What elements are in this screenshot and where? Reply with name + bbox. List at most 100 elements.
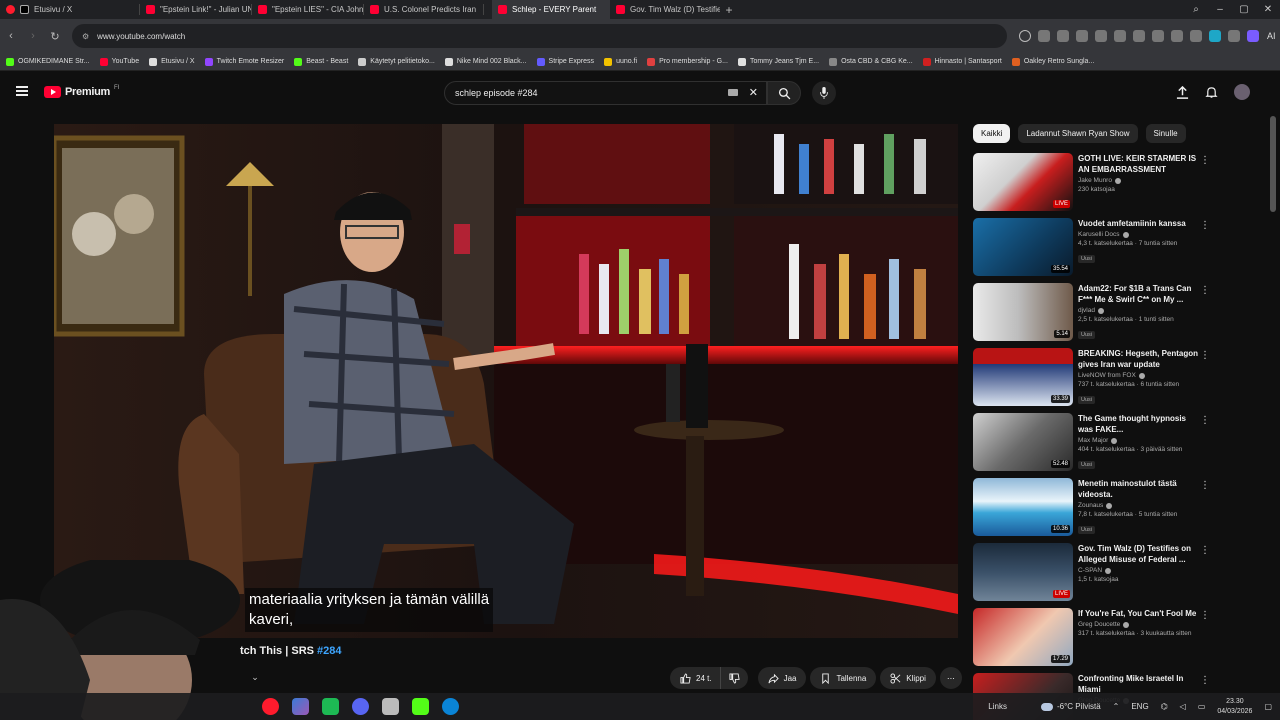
save-button[interactable]: Tallenna bbox=[810, 667, 877, 689]
bookmark-item[interactable]: Pro membership - G... bbox=[647, 57, 728, 66]
voice-search-button[interactable] bbox=[812, 81, 836, 105]
account-avatar[interactable] bbox=[1234, 84, 1250, 100]
more-options-icon[interactable]: ⋮ bbox=[1200, 545, 1210, 556]
more-options-icon[interactable]: ⋮ bbox=[1200, 350, 1210, 361]
spotify-like-icon[interactable] bbox=[322, 698, 339, 715]
opera-icon[interactable] bbox=[262, 698, 279, 715]
heart-icon[interactable] bbox=[1114, 30, 1126, 42]
youtube-logo[interactable]: Premium FI bbox=[44, 85, 119, 98]
minimize-button[interactable]: – bbox=[1208, 4, 1232, 15]
recommendation-item[interactable]: LIVE Gov. Tim Walz (D) Testifies on Alleg… bbox=[973, 543, 1218, 608]
video-thumbnail[interactable]: 52.48 bbox=[973, 413, 1073, 471]
power-icon[interactable]: ▭ bbox=[1198, 702, 1206, 711]
like-button[interactable]: 24 t. bbox=[670, 667, 720, 689]
more-options-icon[interactable]: ⋮ bbox=[1200, 155, 1210, 166]
chip-for-you[interactable]: Sinulle bbox=[1145, 124, 1186, 143]
search-tabs-icon[interactable]: ⌕ bbox=[1184, 4, 1208, 15]
browser-tab[interactable]: "Epstein LIES" - CIA John bbox=[252, 0, 364, 19]
bookmark-item[interactable]: Osta CBD & CBG Ke... bbox=[829, 57, 913, 66]
bookmark-item[interactable]: Oakley Retro Sungla... bbox=[1011, 57, 1094, 66]
video-thumbnail[interactable]: 33.39 bbox=[973, 348, 1073, 406]
clock[interactable]: 23.30 04/03/2026 bbox=[1217, 697, 1252, 717]
more-options-icon[interactable]: ⋮ bbox=[1200, 610, 1210, 621]
user-icon[interactable] bbox=[1190, 30, 1202, 42]
chevron-down-icon[interactable]: ⌄ bbox=[248, 672, 262, 686]
network-icon[interactable]: ⌬ bbox=[1161, 702, 1168, 711]
chip-uploader[interactable]: Ladannut Shawn Ryan Show bbox=[1018, 124, 1138, 143]
box-icon[interactable] bbox=[1133, 30, 1145, 42]
sidebar-icon[interactable] bbox=[1247, 30, 1259, 42]
bookmark-item[interactable]: uuno.fi bbox=[604, 57, 637, 66]
video-title[interactable]: Menetin mainostulot tästä videosta. bbox=[1078, 478, 1203, 500]
browser-tab[interactable]: "Epstein Link!" - Julian UN bbox=[140, 0, 252, 19]
search-icon[interactable] bbox=[1019, 30, 1031, 42]
back-button[interactable]: ‹ bbox=[0, 30, 22, 42]
recommendation-item[interactable]: 17.29 If You're Fat, You Can't Fool Me Gre… bbox=[973, 608, 1218, 673]
bookmark-item[interactable]: Nike Mind 002 Black... bbox=[444, 57, 527, 66]
ai-button[interactable]: AI bbox=[1267, 31, 1276, 41]
bookmark-item[interactable]: Hinnasto | Santasport bbox=[922, 57, 1002, 66]
more-options-icon[interactable]: ⋮ bbox=[1200, 415, 1210, 426]
camera-icon[interactable] bbox=[1057, 30, 1069, 42]
video-thumbnail[interactable]: 35.54 bbox=[973, 218, 1073, 276]
channel-name[interactable]: Jake Munro bbox=[1078, 177, 1203, 184]
forward-button[interactable]: › bbox=[22, 30, 44, 42]
search-button[interactable] bbox=[767, 81, 801, 105]
video-title[interactable]: The Game thought hypnosis was FAKE... bbox=[1078, 413, 1203, 435]
menu-icon[interactable] bbox=[16, 86, 28, 96]
channel-name[interactable]: Zounaus bbox=[1078, 502, 1203, 509]
more-options-icon[interactable]: ⋮ bbox=[1200, 220, 1210, 231]
upload-icon[interactable] bbox=[1176, 85, 1189, 99]
video-title[interactable]: Gov. Tim Walz (D) Testifies on Alleged M… bbox=[1078, 543, 1203, 565]
language-indicator[interactable]: ENG bbox=[1131, 702, 1148, 711]
kick-icon[interactable] bbox=[412, 698, 429, 715]
video-thumbnail[interactable]: LIVE bbox=[973, 153, 1073, 211]
bookmark-item[interactable]: Tommy Jeans Tjm E... bbox=[737, 57, 819, 66]
video-title[interactable]: Adam22: For $1B a Trans Can F*** Me & Sw… bbox=[1078, 283, 1203, 305]
extension-icon[interactable] bbox=[1209, 30, 1221, 42]
browser-tab[interactable]: U.S. Colonel Predicts Iran bbox=[364, 0, 484, 19]
new-tab-button[interactable]: + bbox=[720, 0, 738, 19]
video-title[interactable]: Confronting Mike Israetel In Miami bbox=[1078, 673, 1203, 695]
bookmark-item[interactable]: Beast - Beast bbox=[294, 57, 348, 66]
clip-button[interactable]: Klippi bbox=[880, 667, 936, 689]
video-thumbnail[interactable]: 5.14 bbox=[973, 283, 1073, 341]
video-title[interactable]: Vuodet amfetamiinin kanssa bbox=[1078, 218, 1203, 229]
recommendation-item[interactable]: 5.14 Adam22: For $1B a Trans Can F*** Me … bbox=[973, 283, 1218, 348]
bookmark-item[interactable]: OGMIKEDIMANE Str... bbox=[6, 57, 90, 66]
bookmark-item[interactable]: Käytetyt pelitietoko... bbox=[358, 57, 435, 66]
weather-widget[interactable]: -6°C Pilvistä bbox=[1040, 702, 1101, 711]
recommendation-item[interactable]: 33.39 BREAKING: Hegseth, Pentagon gives I… bbox=[973, 348, 1218, 413]
photos-icon[interactable] bbox=[292, 698, 309, 715]
browser-tab[interactable]: Gov. Tim Walz (D) Testifie bbox=[610, 0, 720, 19]
recommendation-item[interactable]: 10.36 Menetin mainostulot tästä videosta.… bbox=[973, 478, 1218, 543]
maximize-button[interactable]: ▢ bbox=[1232, 4, 1256, 15]
more-options-icon[interactable]: ⋮ bbox=[1200, 285, 1210, 296]
video-thumbnail[interactable]: 10.36 bbox=[973, 478, 1073, 536]
more-actions-button[interactable]: ⋯ bbox=[939, 667, 962, 689]
bookmark-item[interactable]: Etusivu / X bbox=[149, 57, 195, 66]
reload-button[interactable]: ↻ bbox=[44, 30, 66, 43]
keyboard-icon[interactable] bbox=[728, 89, 738, 96]
edit-icon[interactable] bbox=[1038, 30, 1050, 42]
links-toolbar[interactable]: Links bbox=[988, 702, 1007, 711]
clear-search-icon[interactable]: ✕ bbox=[749, 86, 758, 99]
cube-icon[interactable] bbox=[1228, 30, 1240, 42]
hashtag-link[interactable]: #284 bbox=[317, 645, 341, 657]
video-title[interactable]: BREAKING: Hegseth, Pentagon gives Iran w… bbox=[1078, 348, 1203, 370]
recommendation-item[interactable]: 52.48 The Game thought hypnosis was FAKE.… bbox=[973, 413, 1218, 478]
edge-icon[interactable] bbox=[442, 698, 459, 715]
more-options-icon[interactable]: ⋮ bbox=[1200, 675, 1210, 686]
volume-icon[interactable]: ◁ bbox=[1180, 702, 1186, 711]
chevron-up-icon[interactable]: ⌃ bbox=[1113, 702, 1120, 711]
bookmark-item[interactable]: Twitch Emote Resizer bbox=[204, 57, 284, 66]
play-icon[interactable] bbox=[1095, 30, 1107, 42]
channel-name[interactable]: Greg Doucette bbox=[1078, 621, 1203, 628]
video-thumbnail[interactable]: LIVE bbox=[973, 543, 1073, 601]
recommendation-item[interactable]: 35.54 Vuodet amfetamiinin kanssa Karuselli… bbox=[973, 218, 1218, 283]
site-info-icon[interactable]: ⚙ bbox=[82, 32, 89, 41]
channel-name[interactable]: djvlad bbox=[1078, 307, 1203, 314]
scrollbar[interactable] bbox=[1270, 116, 1276, 212]
channel-name[interactable]: Karuselli Docs bbox=[1078, 231, 1203, 238]
channel-name[interactable]: LiveNOW from FOX bbox=[1078, 372, 1203, 379]
